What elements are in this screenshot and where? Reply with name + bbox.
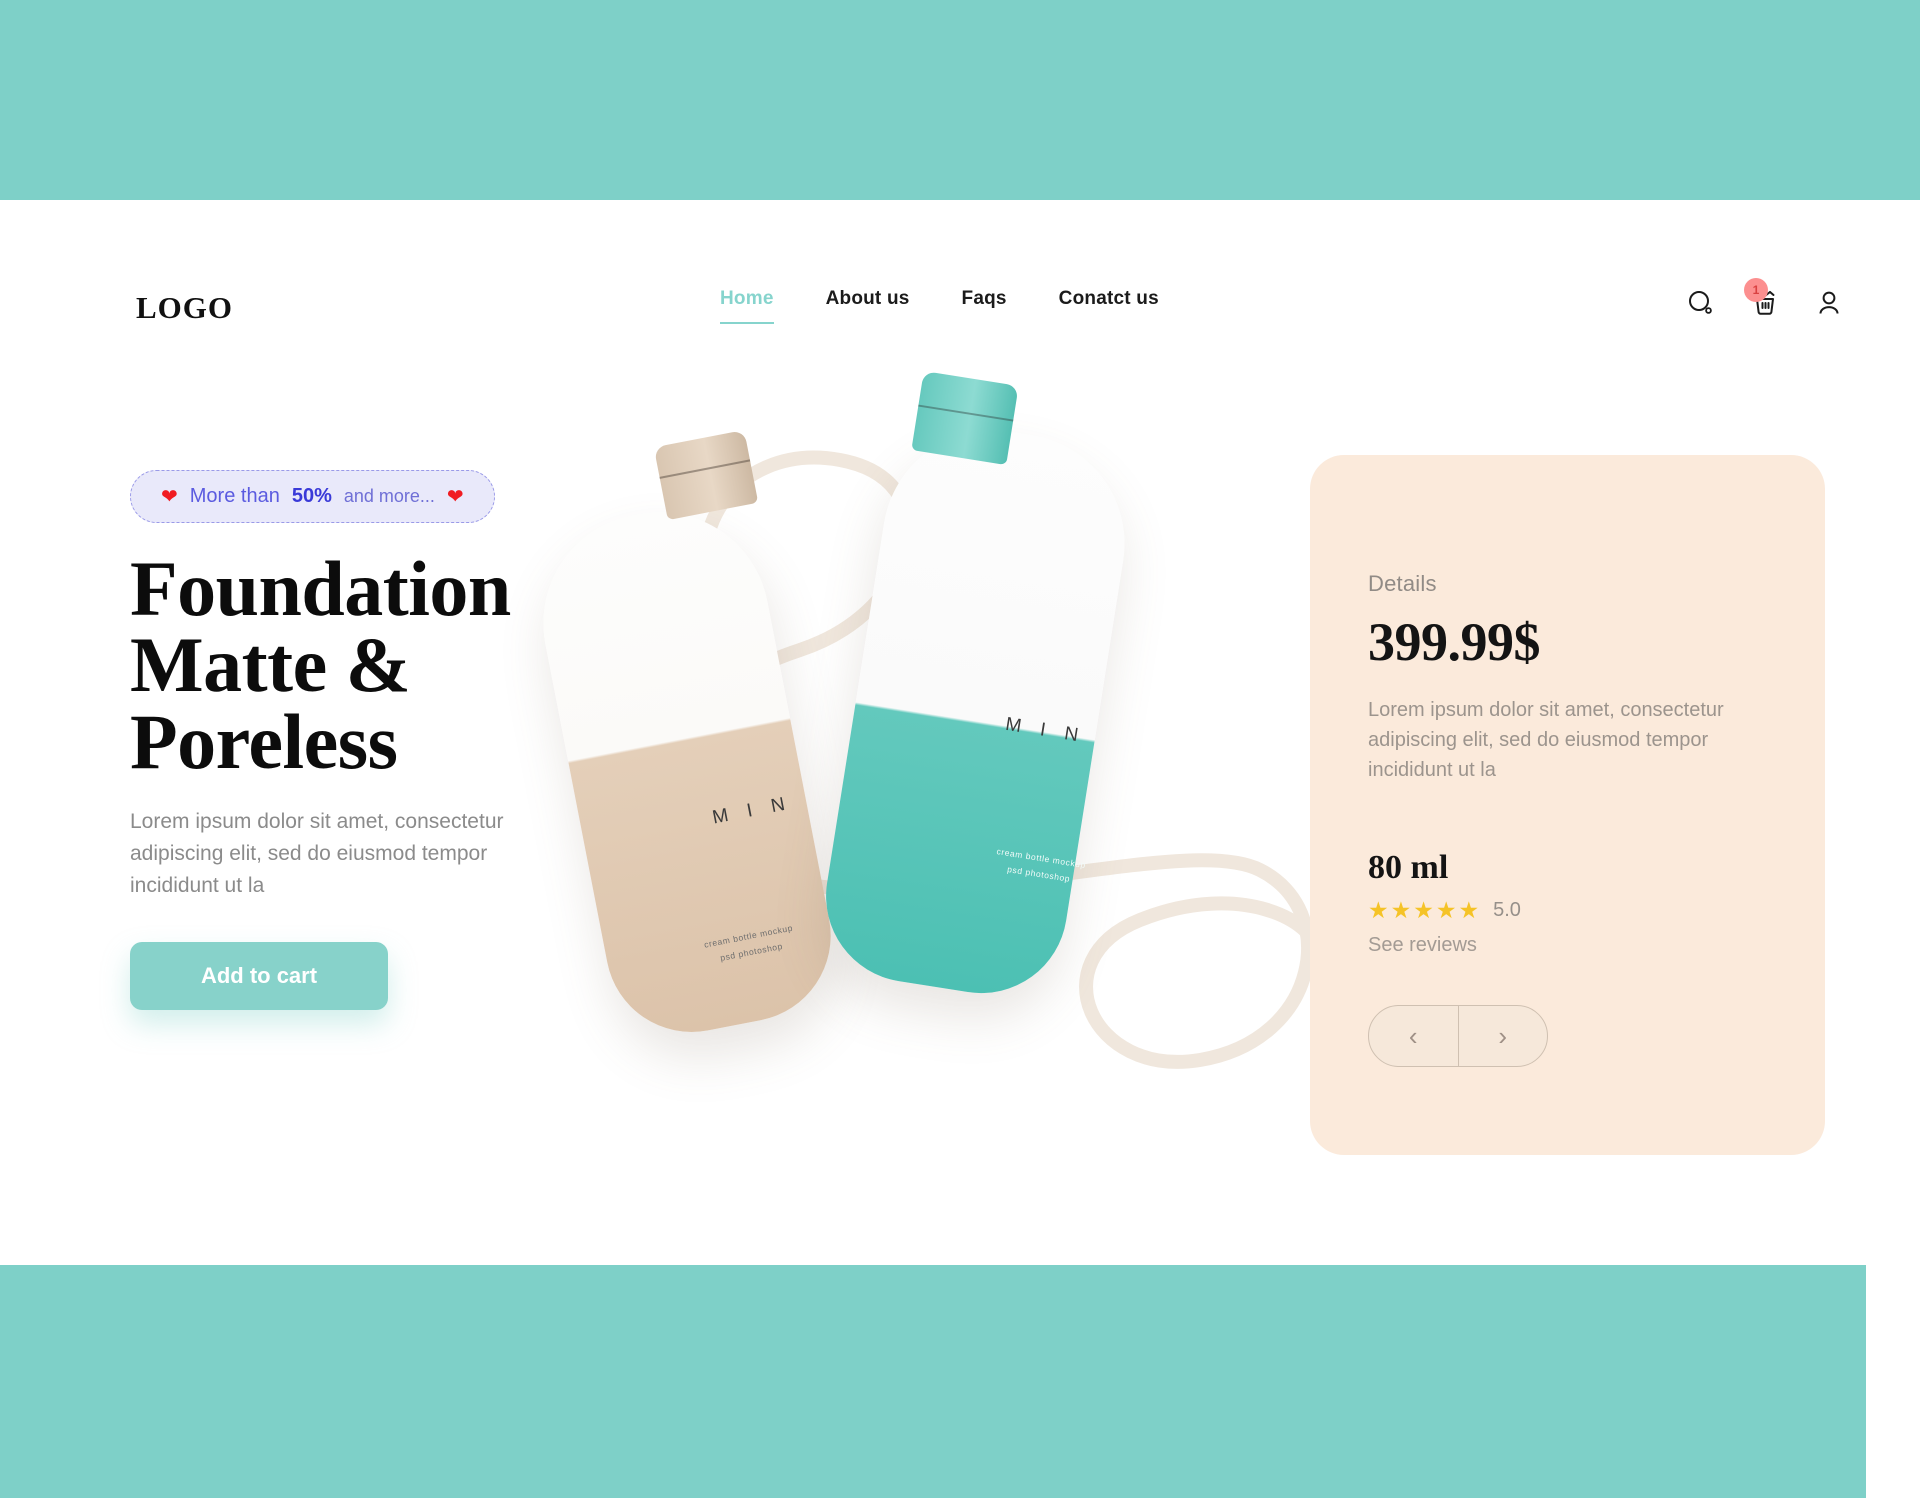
product-volume: 80 ml (1368, 849, 1449, 886)
bottle-cap-teal (911, 370, 1019, 466)
search-icon[interactable] (1686, 288, 1716, 322)
see-reviews-link[interactable]: See reviews (1368, 934, 1825, 957)
hero-content: ❤ More than 50% and more... ❤ Foundation… (130, 470, 600, 1011)
page-title: Foundation Matte & Poreless (130, 550, 600, 781)
cart-icon[interactable]: 1 (1744, 278, 1780, 322)
top-accent-band (0, 0, 1920, 200)
product-description: Lorem ipsum dolor sit amet, consectetur … (1368, 699, 1724, 781)
rating-row: ★★★★★ 5.0 (1368, 899, 1825, 922)
promo-prefix: More than (189, 485, 280, 507)
headline-line-1: Foundation (130, 545, 511, 632)
bottom-accent-band (0, 1265, 1866, 1498)
landing-page: LOGO Home About us Faqs Conatct us 1 ❤ M… (0, 0, 1920, 1498)
chevron-right-icon[interactable]: › (1459, 1006, 1548, 1066)
nav-item-contact-us[interactable]: Conatct us (1059, 288, 1159, 320)
product-details-card: Details 399.99$ Lorem ipsum dolor sit am… (1310, 455, 1825, 1155)
header-actions: 1 (1686, 278, 1844, 322)
promo-suffix: and more... (343, 486, 435, 506)
add-to-cart-button[interactable]: Add to cart (130, 942, 388, 1011)
nav-item-about-us[interactable]: About us (826, 288, 910, 320)
product-price: 399.99$ (1368, 612, 1541, 672)
headline-line-3: Poreless (130, 697, 398, 785)
headline-line-2: Matte & (130, 621, 411, 709)
heart-icon-left: ❤ (161, 485, 178, 508)
star-rating-icon: ★★★★★ (1368, 897, 1482, 923)
promo-highlight: 50% (291, 485, 332, 507)
rating-value: 5.0 (1493, 899, 1521, 921)
product-image: M I N cream bottle mockup psd photoshop … (524, 370, 1320, 1160)
nav-item-home[interactable]: Home (720, 288, 774, 324)
heart-icon-right: ❤ (446, 485, 464, 508)
cart-count-badge: 1 (1744, 278, 1768, 302)
chevron-left-icon[interactable]: ‹ (1369, 1006, 1459, 1066)
promo-badge[interactable]: ❤ More than 50% and more... ❤ (130, 470, 495, 523)
user-icon[interactable] (1814, 288, 1844, 322)
details-label: Details (1368, 571, 1437, 596)
site-logo[interactable]: LOGO (136, 290, 233, 326)
nav-item-faqs[interactable]: Faqs (962, 288, 1007, 320)
hero-description: Lorem ipsum dolor sit amet, consectetur … (130, 810, 504, 898)
carousel-controls: ‹ › (1368, 1005, 1548, 1067)
main-navigation: Home About us Faqs Conatct us (720, 288, 1159, 324)
